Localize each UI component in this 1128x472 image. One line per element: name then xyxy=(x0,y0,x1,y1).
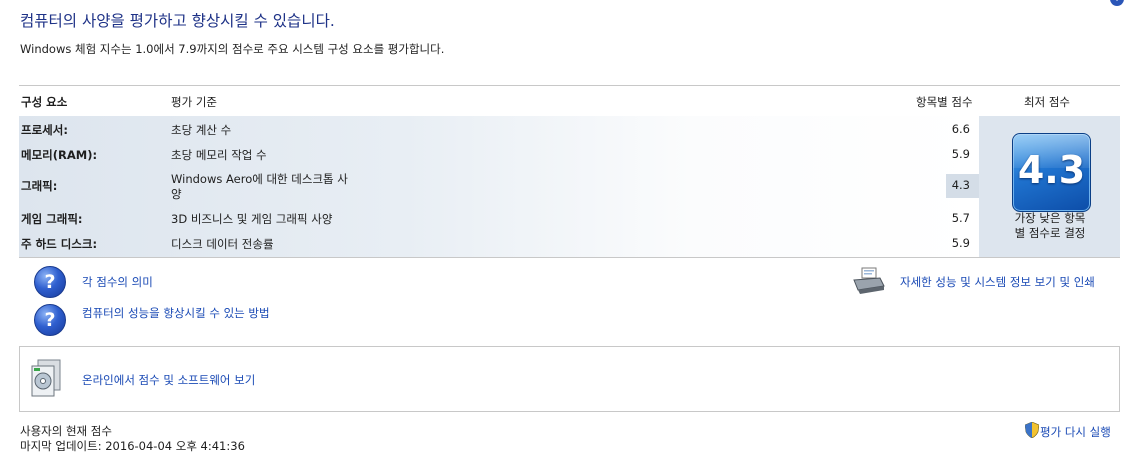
online-scores-link[interactable]: 온라인에서 점수 및 소프트웨어 보기 xyxy=(82,372,255,388)
base-score-value: 4.3 xyxy=(1017,148,1086,192)
row-processor-component: 프로세서: xyxy=(21,123,68,137)
base-score-caption: 가장 낮은 항목 별 점수로 결정 xyxy=(995,211,1105,241)
base-score-badge: 4.3 xyxy=(1012,133,1091,212)
printer-icon[interactable] xyxy=(852,266,886,296)
current-score-label: 사용자의 현재 점수 xyxy=(20,424,112,438)
rerun-assessment-link[interactable]: 평가 다시 실행 xyxy=(1040,424,1111,440)
row-processor-rating: 초당 계산 수 xyxy=(171,123,232,137)
table-body xyxy=(19,116,979,257)
row-gaming-graphics-component: 게임 그래픽: xyxy=(21,212,83,226)
row-memory-score: 5.9 xyxy=(951,147,970,161)
column-header-component: 구성 요소 xyxy=(21,95,68,109)
base-score-caption-line1: 가장 낮은 항목 xyxy=(1014,211,1086,225)
row-memory-component: 메모리(RAM): xyxy=(21,148,98,162)
view-print-details-link[interactable]: 자세한 성능 및 시스템 정보 보기 및 인쇄 xyxy=(900,274,1095,290)
help-corner-icon[interactable]: i xyxy=(1110,0,1124,6)
row-memory-rating: 초당 메모리 작업 수 xyxy=(171,148,267,162)
column-header-subscore: 항목별 점수 xyxy=(916,95,973,109)
software-box-icon[interactable] xyxy=(28,358,64,398)
row-graphics-rating-line1: Windows Aero에 대한 데스크톱 사 xyxy=(171,172,348,186)
improve-performance-link[interactable]: 컴퓨터의 성능을 향상시킬 수 있는 방법 xyxy=(82,305,270,321)
row-graphics-rating-line2: 양 xyxy=(171,187,182,201)
column-header-basescore: 최저 점수 xyxy=(1024,95,1070,109)
column-header-rating: 평가 기준 xyxy=(171,95,217,109)
what-scores-mean-link[interactable]: 각 점수의 의미 xyxy=(82,274,153,290)
row-disk-rating: 디스크 데이터 전송률 xyxy=(171,237,274,251)
table-bottom-divider xyxy=(19,257,1120,258)
row-disk-component: 주 하드 디스크: xyxy=(21,237,98,251)
row-disk-score: 5.9 xyxy=(951,236,970,250)
page-title: 컴퓨터의 사양을 평가하고 향상시킬 수 있습니다. xyxy=(20,12,335,30)
row-gaming-graphics-score: 5.7 xyxy=(951,211,970,225)
page-subtitle: Windows 체험 지수는 1.0에서 7.9까지의 점수로 주요 시스템 구… xyxy=(20,42,445,56)
base-score-caption-line2: 별 점수로 결정 xyxy=(1014,226,1086,240)
question-mark-icon[interactable]: ? xyxy=(34,266,66,298)
row-graphics-component: 그래픽: xyxy=(21,179,58,193)
table-top-divider xyxy=(19,85,1120,86)
last-update-text: 마지막 업데이트: 2016-04-04 오후 4:41:36 xyxy=(20,439,245,453)
question-mark-icon[interactable]: ? xyxy=(34,304,66,336)
row-gaming-graphics-rating: 3D 비즈니스 및 게임 그래픽 사양 xyxy=(171,212,333,226)
row-processor-score: 6.6 xyxy=(951,122,970,136)
row-graphics-score: 4.3 xyxy=(951,178,970,192)
uac-shield-icon[interactable] xyxy=(1024,421,1040,439)
